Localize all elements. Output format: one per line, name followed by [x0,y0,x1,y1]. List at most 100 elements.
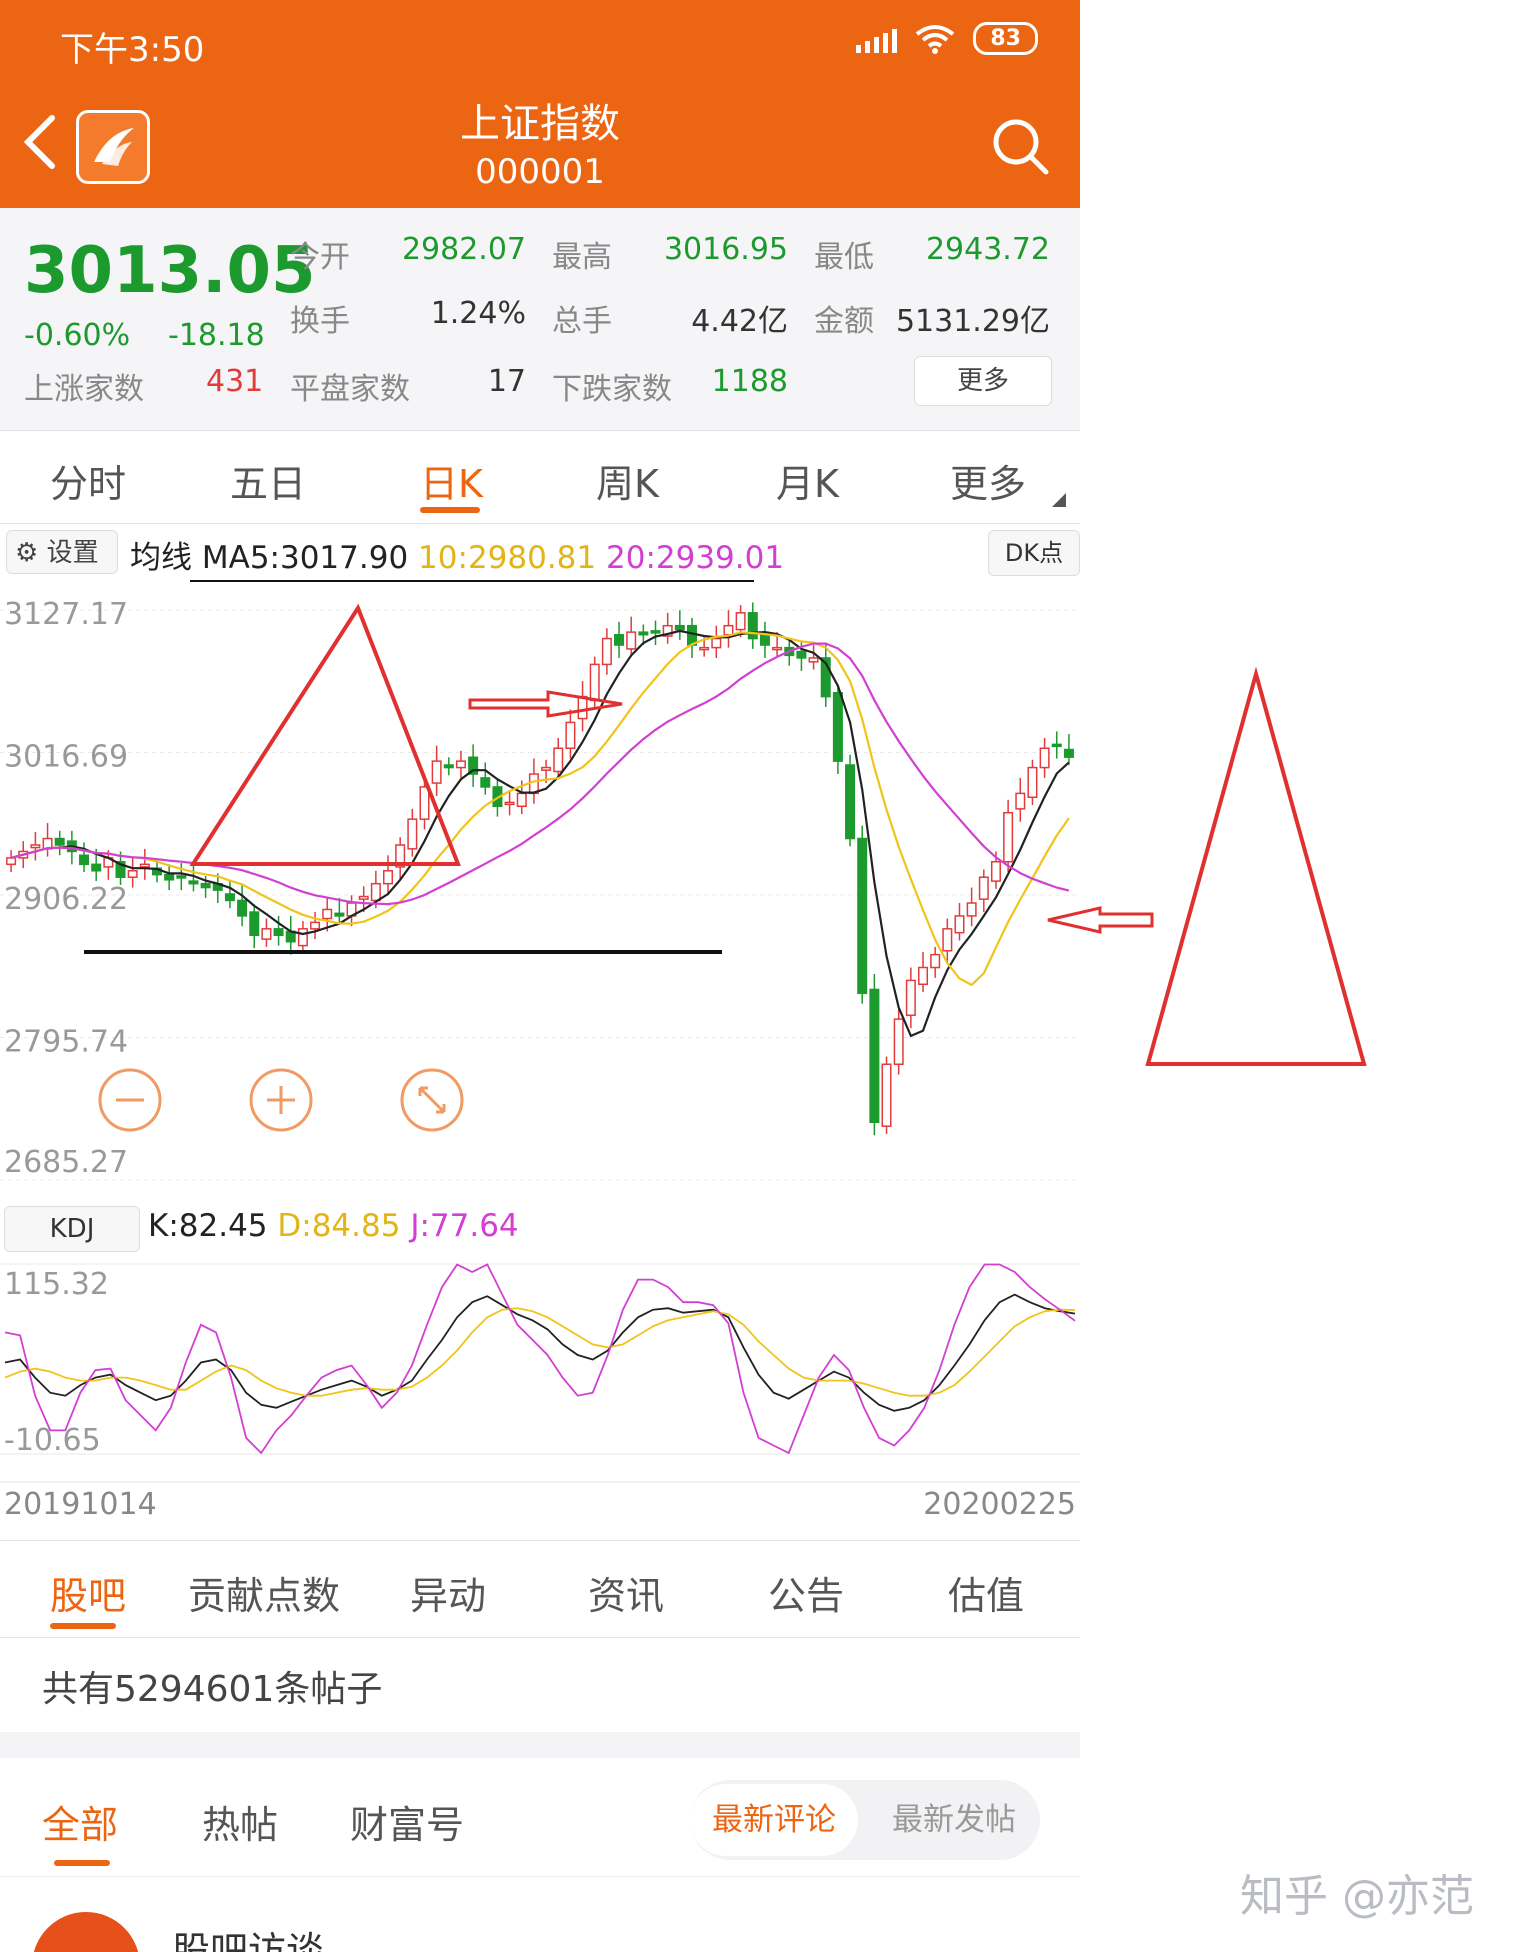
tab-five-day[interactable]: 五日 [230,453,306,508]
ma10-series-line [10,631,1070,987]
active-feed-tab-indicator [54,1860,110,1866]
candle-body [711,637,722,649]
candle-body [990,860,1001,882]
fall-count-label: 下跌家数 [552,372,672,407]
candle-body [832,692,843,762]
candle-body [528,773,539,795]
candle-body [869,988,880,1124]
turnover-label: 换手 [290,304,350,339]
candle-body [164,873,175,881]
dk-point-button[interactable]: DK点 [988,530,1080,576]
kdj-chart[interactable]: 115.32 -10.65 20191014 20200225 [0,1254,1080,1540]
k-y-tick-label: 2906.22 [4,882,128,917]
ma-label: 均线 [130,540,192,576]
sort-latest-post[interactable]: 最新发帖 [870,1784,1038,1856]
candle-body [358,895,369,900]
high-label: 最高 [552,240,612,275]
candle-body [6,857,17,866]
tab-minute[interactable]: 分时 [50,453,126,508]
candle-body [188,880,199,885]
avatar[interactable] [32,1912,140,1952]
gear-icon: ⚙ [15,538,39,568]
candle-body [54,837,65,846]
ma20-value: 20:2939.01 [606,540,785,576]
flat-count-label: 平盘家数 [290,372,410,407]
feed-tabs: 全部 热帖 财富号 最新评论 最新发帖 [0,1758,1080,1877]
sort-toggle: 最新评论 最新发帖 [690,1780,1040,1860]
wifi-icon [916,24,955,54]
feed-tab-wealth[interactable]: 财富号 [350,1794,464,1849]
candle-body [273,928,284,937]
app-header: 下午3:50 83 上证指数 000001 [0,0,1080,208]
fall-count: 1188 [711,364,788,399]
high-value: 3016.95 [663,232,788,267]
k-line-chart[interactable]: 3127.17 3016.69 2906.22 2795.74 2685.27 [0,580,1080,1204]
tab-daily-k[interactable]: 日K [420,453,483,508]
feed-tab-all[interactable]: 全部 [42,1794,118,1849]
kdj-y-tick-label: -10.65 [4,1423,101,1458]
status-time: 下午3:50 [60,30,205,70]
kdj-legend-bar: KDJ K:82.45 D:84.85 J:77.64 [0,1204,1080,1254]
candle-body [297,928,308,947]
candle-body [577,695,588,720]
candle-body [383,870,394,885]
candle-body [589,663,600,702]
post-count: 共有5294601条帖子 [42,1669,383,1710]
tab-movement[interactable]: 异动 [410,1565,486,1620]
tab-guba[interactable]: 股吧 [50,1565,126,1620]
kdj-indicator-button[interactable]: KDJ [4,1206,140,1252]
candle-body [91,863,102,872]
candle-body [893,1018,904,1066]
k-y-tick-label: 3016.69 [4,740,128,775]
annotation-triangle-left [189,603,461,866]
candle-body [638,631,649,636]
candle-body [796,650,807,659]
candle-body [504,801,515,806]
dropdown-corner-icon [1052,493,1066,507]
zoom-out-button[interactable] [98,1068,162,1132]
candle-body [747,612,758,640]
change-amount: -18.18 [168,318,265,353]
active-content-tab-indicator [50,1623,116,1629]
tab-monthly-k[interactable]: 月K [776,453,839,508]
annotation-arrow-left-svg [1047,906,1154,934]
kdj-values: K:82.45 D:84.85 J:77.64 [148,1208,519,1244]
current-price: 3013.05 [24,234,316,308]
candle-body [30,844,41,849]
candle-body [614,633,625,646]
post-author[interactable]: 股吧访谈 [172,1920,324,1952]
signal-icon [856,25,898,53]
zoom-in-button[interactable] [249,1068,313,1132]
k-y-tick-label: 2795.74 [4,1025,128,1060]
status-icons: 83 [856,22,1038,55]
candle-body [127,870,138,878]
candle-body [808,657,819,663]
fullscreen-button[interactable] [400,1068,464,1132]
tab-valuation[interactable]: 估值 [948,1565,1024,1620]
open-value: 2982.07 [401,232,526,267]
more-quote-button[interactable]: 更多 [914,356,1052,406]
battery-indicator: 83 [973,22,1038,55]
candle-body [978,876,989,900]
search-icon[interactable] [990,116,1050,176]
candle-body [565,721,576,749]
section-divider [0,1732,1080,1758]
k-y-tick-label: 3127.17 [4,597,128,632]
candle-body [249,911,260,937]
d-value: D:84.85 [277,1208,401,1244]
annotation-triangle-right [1145,666,1367,1066]
tab-announcement[interactable]: 公告 [768,1565,844,1620]
sort-latest-comment[interactable]: 最新评论 [690,1784,858,1856]
tab-news[interactable]: 资讯 [588,1565,664,1620]
settings-label: 设置 [46,538,99,568]
ma5-value: MA5:3017.90 [201,540,409,576]
tab-contribution[interactable]: 贡献点数 [188,1565,340,1620]
k-value: K:82.45 [148,1208,268,1244]
annotation-overlay-right [1145,666,1367,1066]
tab-weekly-k[interactable]: 周K [596,453,659,508]
feed-tab-hot[interactable]: 热帖 [202,1794,278,1849]
settings-button[interactable]: ⚙ 设置 [6,530,118,574]
candle-body [699,646,710,651]
active-tab-indicator [420,507,480,513]
tab-more-periods[interactable]: 更多 [950,453,1026,508]
